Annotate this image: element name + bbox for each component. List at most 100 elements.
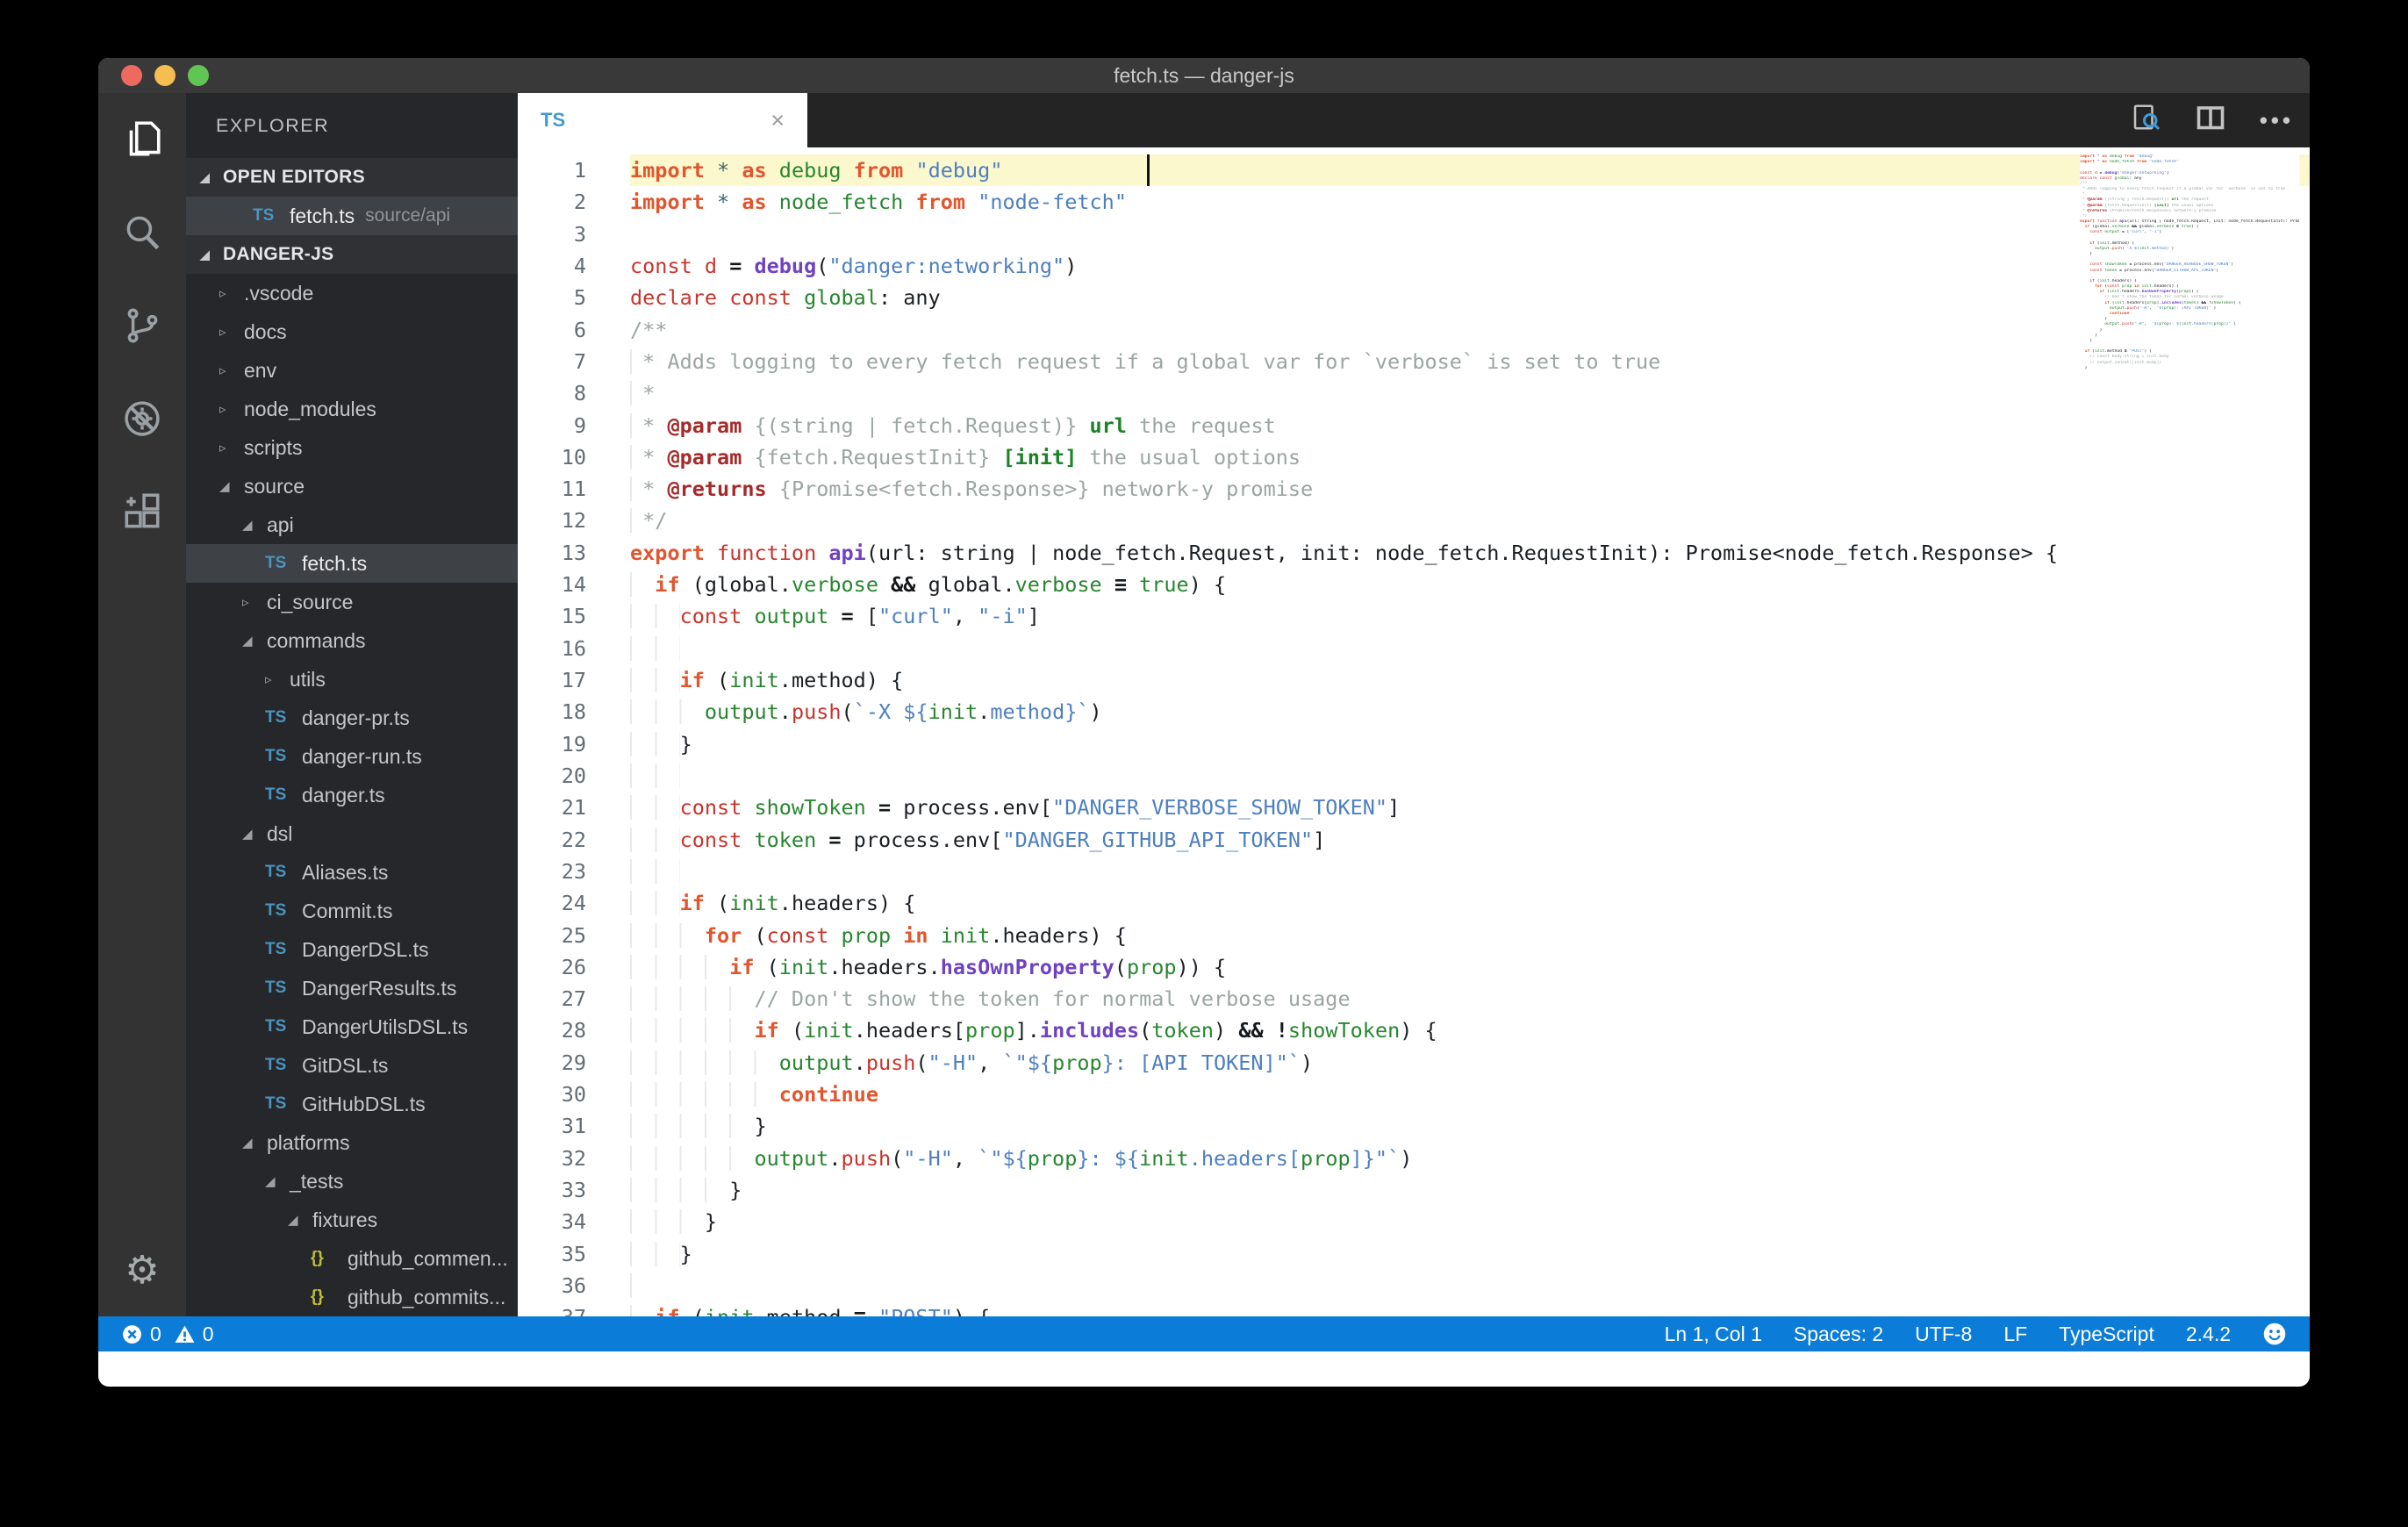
- tree-item[interactable]: TS GitHubDSL.ts: [186, 1085, 518, 1123]
- line-number[interactable]: 2: [518, 186, 630, 219]
- tree-item[interactable]: TS danger-run.ts: [186, 737, 518, 776]
- tree-item[interactable]: ▹ ci_source: [186, 583, 518, 621]
- title-bar[interactable]: fetch.ts — danger-js: [98, 58, 2310, 93]
- extensions-icon[interactable]: [98, 465, 186, 558]
- code-line[interactable]: 9 * @param {(string | fetch.Request)} ur…: [518, 409, 2310, 441]
- minimize-window-button[interactable]: [154, 65, 176, 86]
- line-number[interactable]: 9: [518, 409, 630, 441]
- code-line[interactable]: 17 if (init.method) {: [518, 664, 2310, 697]
- close-tab-icon[interactable]: ×: [770, 107, 785, 134]
- code-line[interactable]: 27 // Don't show the token for normal ve…: [518, 983, 2310, 1015]
- code-line[interactable]: 24 if (init.headers) {: [518, 887, 2310, 920]
- code-line[interactable]: 13 export function api(url: string | node…: [518, 536, 2310, 570]
- line-number[interactable]: 20: [518, 759, 630, 792]
- line-number[interactable]: 21: [518, 792, 630, 824]
- tree-item[interactable]: ▹ node_modules: [186, 390, 518, 428]
- project-section[interactable]: ◢ DANGER-JS: [186, 235, 518, 274]
- line-number[interactable]: 26: [518, 950, 630, 984]
- code-line[interactable]: 32 output.push("-H", `"${prop}: ${init.h…: [518, 1142, 2310, 1174]
- tree-item[interactable]: TS GitDSL.ts: [186, 1046, 518, 1085]
- close-window-button[interactable]: [121, 65, 142, 86]
- tree-item[interactable]: TS danger-pr.ts: [186, 699, 518, 737]
- code-line[interactable]: 14 if (global.verbose && global.verbose …: [518, 569, 2310, 601]
- code-line[interactable]: 20: [518, 759, 2310, 792]
- code-line[interactable]: 3: [518, 218, 2310, 250]
- status-item-1[interactable]: Spaces: 2: [1794, 1323, 1883, 1346]
- line-number[interactable]: 11: [518, 473, 630, 505]
- line-number[interactable]: 13: [518, 536, 630, 570]
- status-item-4[interactable]: TypeScript: [2059, 1323, 2154, 1346]
- source-control-icon[interactable]: [98, 279, 186, 372]
- explorer-icon[interactable]: [98, 93, 186, 186]
- line-number[interactable]: 4: [518, 249, 630, 283]
- code-line[interactable]: 12 */: [518, 505, 2310, 537]
- code-line[interactable]: 36: [518, 1269, 2310, 1302]
- code-line[interactable]: 5 declare const global: any: [518, 282, 2310, 314]
- code-line[interactable]: 29 output.push("-H", `"${prop}: [API TOK…: [518, 1046, 2310, 1079]
- line-number[interactable]: 33: [518, 1174, 630, 1207]
- tree-item[interactable]: ◢ platforms: [186, 1123, 518, 1162]
- code-line[interactable]: 4 const d = debug("danger:networking"): [518, 249, 2310, 283]
- code-line[interactable]: 16: [518, 632, 2310, 664]
- code-line[interactable]: 10 * @param {fetch.RequestInit} [init] t…: [518, 441, 2310, 474]
- tree-item[interactable]: ◢ source: [186, 467, 518, 505]
- line-number[interactable]: 1: [518, 154, 630, 187]
- tree-item[interactable]: ▹ .vscode: [186, 274, 518, 312]
- line-number[interactable]: 31: [518, 1110, 630, 1143]
- code-line[interactable]: 22 const token = process.env["DANGER_GIT…: [518, 823, 2310, 856]
- line-number[interactable]: 23: [518, 855, 630, 888]
- code-line[interactable]: 19 }: [518, 728, 2310, 760]
- code-line[interactable]: 8 *: [518, 377, 2310, 410]
- tree-item[interactable]: ▹ env: [186, 351, 518, 390]
- code-line[interactable]: 6/**: [518, 313, 2310, 346]
- line-number[interactable]: 7: [518, 345, 630, 378]
- line-number[interactable]: 10: [518, 441, 630, 474]
- tree-item[interactable]: {} github_commits...: [186, 1278, 518, 1316]
- code-line[interactable]: 34 }: [518, 1206, 2310, 1238]
- open-editor-item[interactable]: TS fetch.ts source/api: [186, 197, 518, 235]
- line-number[interactable]: 6: [518, 313, 630, 346]
- line-number[interactable]: 36: [518, 1269, 630, 1302]
- tree-item[interactable]: TS DangerResults.ts: [186, 969, 518, 1007]
- line-number[interactable]: 8: [518, 377, 630, 410]
- line-number[interactable]: 30: [518, 1079, 630, 1111]
- debug-icon[interactable]: [98, 372, 186, 465]
- tree-item[interactable]: TS DangerUtilsDSL.ts: [186, 1007, 518, 1046]
- line-number[interactable]: 15: [518, 600, 630, 633]
- code-line[interactable]: 18 output.push(`-X ${init.method}`): [518, 696, 2310, 728]
- tree-item[interactable]: ▹ docs: [186, 312, 518, 351]
- tree-item[interactable]: TS fetch.ts: [186, 544, 518, 583]
- open-preview-icon[interactable]: [2130, 103, 2161, 139]
- code-line[interactable]: 25 for (const prop in init.headers) {: [518, 919, 2310, 951]
- tree-item[interactable]: TS DangerDSL.ts: [186, 930, 518, 969]
- tree-item[interactable]: ◢ _tests: [186, 1162, 518, 1201]
- line-number[interactable]: 35: [518, 1237, 630, 1270]
- code-line[interactable]: 35 }: [518, 1237, 2310, 1270]
- line-number[interactable]: 16: [518, 632, 630, 664]
- more-actions-icon[interactable]: •••: [2260, 107, 2294, 134]
- problems-errors[interactable]: 0: [121, 1323, 161, 1346]
- code-line[interactable]: 1 import * as debug from "debug": [518, 154, 2310, 187]
- line-number[interactable]: 22: [518, 823, 630, 856]
- code-line[interactable]: 15 const output = ["curl", "-i"]: [518, 600, 2310, 633]
- minimap[interactable]: import * as debug from "debug" import * a…: [2080, 154, 2299, 376]
- line-number[interactable]: 12: [518, 505, 630, 537]
- line-number[interactable]: 3: [518, 218, 630, 250]
- line-number[interactable]: 14: [518, 569, 630, 601]
- open-editors-section[interactable]: ◢ OPEN EDITORS: [186, 158, 518, 197]
- code-line[interactable]: 37 if (init.method ≡ "POST") {: [518, 1301, 2310, 1316]
- line-number[interactable]: 27: [518, 983, 630, 1015]
- line-number[interactable]: 24: [518, 887, 630, 920]
- line-number[interactable]: 17: [518, 664, 630, 697]
- code-line[interactable]: 7 * Adds logging to every fetch request …: [518, 345, 2310, 378]
- zoom-window-button[interactable]: [188, 65, 209, 86]
- code-line[interactable]: 28 if (init.headers[prop].includes(token…: [518, 1014, 2310, 1047]
- tree-item[interactable]: ◢ commands: [186, 621, 518, 660]
- tree-item[interactable]: ▹ scripts: [186, 428, 518, 467]
- code-line[interactable]: 33 }: [518, 1174, 2310, 1207]
- code-line[interactable]: 21 const showToken = process.env["DANGER…: [518, 792, 2310, 824]
- split-editor-icon[interactable]: [2195, 103, 2226, 139]
- code-line[interactable]: 23: [518, 855, 2310, 888]
- tree-item[interactable]: ◢ api: [186, 505, 518, 544]
- tree-item[interactable]: ▹ utils: [186, 660, 518, 699]
